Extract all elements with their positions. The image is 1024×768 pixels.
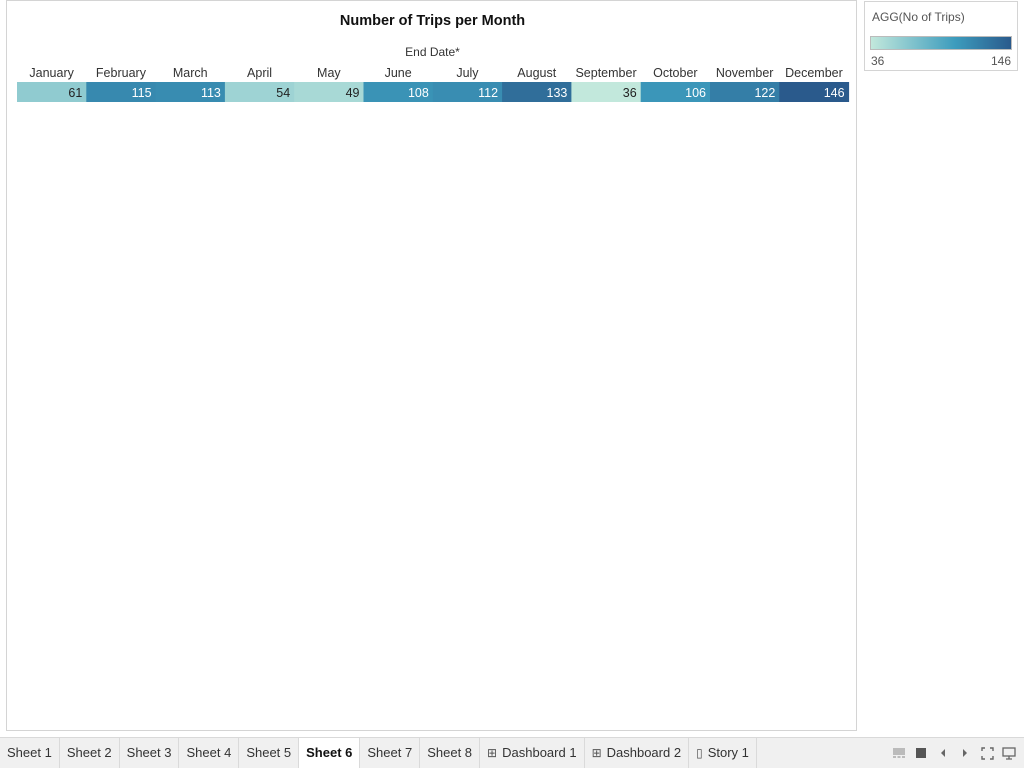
heatmap-value-july: 112 — [478, 86, 498, 100]
tab-sheet-1[interactable]: Sheet 1 — [0, 738, 60, 768]
tab-label: Sheet 4 — [186, 745, 232, 760]
filmstrip-view-icon[interactable] — [888, 742, 910, 764]
tab-sheet-3[interactable]: Sheet 3 — [120, 738, 180, 768]
tab-story-1[interactable]: ▯ Story 1 — [689, 738, 757, 768]
tab-label: Sheet 8 — [427, 745, 473, 760]
tab-sheet-2[interactable]: Sheet 2 — [60, 738, 120, 768]
tab-label: Dashboard 1 — [502, 745, 577, 760]
heatmap-value-november: 122 — [754, 86, 775, 100]
month-header-october[interactable]: October — [653, 66, 697, 80]
tab-sheet-4[interactable]: Sheet 4 — [179, 738, 240, 768]
navigation-controls — [888, 738, 1020, 768]
month-header-february[interactable]: February — [96, 66, 147, 80]
month-header-september[interactable]: September — [575, 66, 636, 80]
dashboard-icon: ⊞ — [591, 746, 602, 760]
legend-min-label: 36 — [871, 54, 885, 68]
sheet-tab-bar: Sheet 1 Sheet 2 Sheet 3 Sheet 4 Sheet 5 Sheet… — [0, 737, 1024, 768]
heatmap-value-october: 106 — [685, 86, 706, 100]
tab-label: Sheet 7 — [367, 745, 413, 760]
month-header-december[interactable]: December — [785, 66, 843, 80]
heatmap-value-april: 54 — [276, 86, 290, 100]
tab-dashboard-2[interactable]: ⊞ Dashboard 2 — [585, 738, 690, 768]
tab-label: Story 1 — [707, 745, 749, 760]
legend-title: AGG(No of Trips) — [872, 10, 965, 24]
tab-label: Sheet 5 — [246, 745, 292, 760]
heatmap-value-march: 113 — [201, 86, 221, 100]
heatmap-chart[interactable]: January 61 February 115 March 113 April 54 May 49… — [7, 1, 858, 732]
color-legend[interactable]: AGG(No of Trips) 36 146 — [864, 1, 1018, 71]
legend-max-label: 146 — [990, 54, 1011, 68]
next-sheet-icon[interactable] — [954, 742, 976, 764]
tab-label: Sheet 2 — [66, 745, 112, 760]
tab-sheet-7[interactable]: Sheet 7 — [360, 738, 421, 768]
tab-label: Sheet 3 — [126, 745, 172, 760]
month-header-june[interactable]: June — [385, 66, 412, 80]
story-icon: ▯ — [696, 746, 703, 760]
month-header-may[interactable]: May — [317, 66, 341, 80]
heatmap-value-june: 108 — [408, 86, 429, 100]
tabs-view-icon[interactable] — [910, 742, 932, 764]
presentation-mode-icon[interactable] — [998, 742, 1020, 764]
tab-dashboard-1[interactable]: ⊞ Dashboard 1 — [480, 738, 585, 768]
month-header-april[interactable]: April — [247, 66, 272, 80]
month-header-july[interactable]: July — [456, 66, 479, 80]
sheet-tabs: Sheet 1 Sheet 2 Sheet 3 Sheet 4 Sheet 5 Sheet… — [0, 738, 757, 768]
tab-sheet-6[interactable]: Sheet 6 — [299, 738, 361, 768]
tab-sheet-8[interactable]: Sheet 8 — [420, 738, 481, 768]
tab-label: Dashboard 2 — [606, 745, 682, 760]
heatmap-value-december: 146 — [824, 86, 845, 100]
fullscreen-icon[interactable] — [976, 742, 998, 764]
heatmap-value-may: 49 — [346, 86, 360, 100]
month-header-january[interactable]: January — [29, 66, 74, 80]
month-header-november[interactable]: November — [716, 66, 774, 80]
month-header-august[interactable]: August — [517, 66, 556, 80]
tab-sheet-5[interactable]: Sheet 5 — [239, 738, 300, 768]
legend-gradient-bar — [870, 36, 1012, 50]
heatmap-value-september: 36 — [623, 86, 637, 100]
dashboard-icon: ⊞ — [487, 746, 498, 760]
tab-label: Sheet 6 — [306, 745, 353, 760]
previous-sheet-icon[interactable] — [932, 742, 954, 764]
heatmap-value-february: 115 — [132, 86, 152, 100]
month-header-march[interactable]: March — [173, 66, 208, 80]
heatmap-value-january: 61 — [68, 86, 82, 100]
heatmap-value-august: 133 — [547, 86, 568, 100]
worksheet-view: Number of Trips per Month End Date* Janu… — [6, 0, 857, 731]
tab-label: Sheet 1 — [7, 745, 52, 760]
